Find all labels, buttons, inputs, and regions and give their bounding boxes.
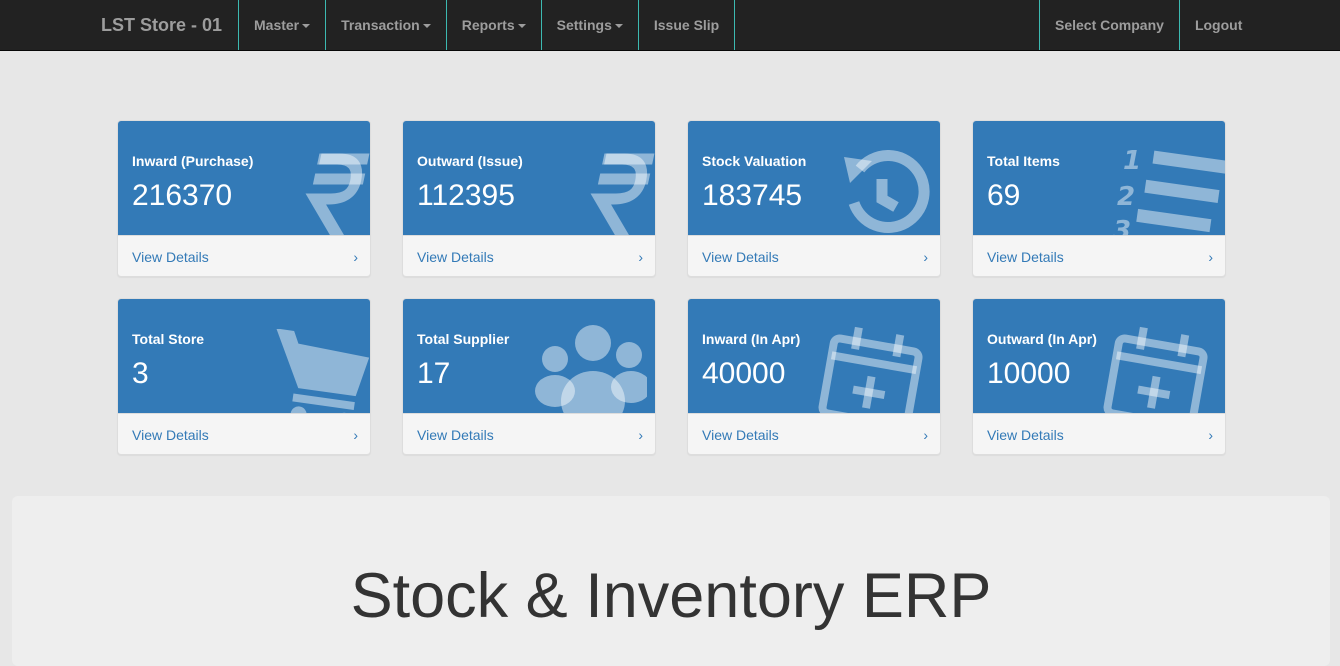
view-details-link[interactable]: View Details › xyxy=(973,235,1225,276)
svg-text:1: 1 xyxy=(1123,146,1141,176)
nav-transaction[interactable]: Transaction xyxy=(325,0,446,50)
chevron-right-icon: › xyxy=(1208,249,1213,265)
nav-master[interactable]: Master xyxy=(238,0,325,50)
panel-total-supplier: Total Supplier 17 View Details › xyxy=(402,298,656,455)
nav-issue-slip-label: Issue Slip xyxy=(653,17,720,33)
nav-settings[interactable]: Settings xyxy=(540,0,638,50)
nav-reports-label: Reports xyxy=(461,17,515,33)
rupee-icon xyxy=(590,153,655,235)
panel-value: 112395 xyxy=(417,179,515,212)
nav-right: Select Company Logout xyxy=(1039,0,1257,50)
panel-title: Stock Valuation xyxy=(702,153,807,169)
panel-inward-purchase: Inward (Purchase) 216370 View Details › xyxy=(117,120,371,277)
view-details-link[interactable]: View Details › xyxy=(118,235,370,276)
panel-title: Total Store xyxy=(132,331,205,347)
page-title: Stock & Inventory ERP xyxy=(350,561,992,631)
rupee-icon xyxy=(305,153,370,235)
panel-title: Total Items xyxy=(987,153,1060,169)
caret-down-icon xyxy=(302,24,311,29)
nav-issue-slip[interactable]: Issue Slip xyxy=(637,0,736,50)
view-details-label: View Details xyxy=(417,249,494,265)
svg-text:2: 2 xyxy=(1117,182,1135,212)
chevron-right-icon: › xyxy=(638,427,643,443)
users-icon xyxy=(535,325,647,413)
chevron-right-icon: › xyxy=(923,427,928,443)
view-details-link[interactable]: View Details › xyxy=(688,413,940,454)
panel-total-store: Total Store 3 View Details › xyxy=(117,298,371,455)
view-details-label: View Details xyxy=(132,427,209,443)
history-icon xyxy=(844,150,930,233)
view-details-link[interactable]: View Details › xyxy=(403,235,655,276)
chevron-right-icon: › xyxy=(638,249,643,265)
panel-value: 216370 xyxy=(132,179,233,212)
chevron-right-icon: › xyxy=(353,427,358,443)
chevron-right-icon: › xyxy=(1208,427,1213,443)
calendar-plus-icon xyxy=(818,326,923,413)
panel-heading: Outward (Issue) 112395 xyxy=(403,121,655,235)
shopping-cart-icon xyxy=(276,329,370,413)
panel-value: 17 xyxy=(417,357,451,390)
view-details-label: View Details xyxy=(987,427,1064,443)
panel-title: Outward (Issue) xyxy=(417,153,523,169)
caret-down-icon xyxy=(614,24,623,29)
view-details-label: View Details xyxy=(702,249,779,265)
nav-settings-label: Settings xyxy=(556,17,612,33)
panel-total-items: Total Items 69 1 2 3 View Details › xyxy=(972,120,1226,277)
panel-title: Outward (In Apr) xyxy=(987,331,1097,347)
nav-logout-label: Logout xyxy=(1194,17,1243,33)
view-details-label: View Details xyxy=(987,249,1064,265)
panel-value: 183745 xyxy=(702,179,803,212)
panel-heading: Inward (Purchase) 216370 xyxy=(118,121,370,235)
navbar-brand[interactable]: LST Store - 01 xyxy=(101,0,222,50)
caret-down-icon xyxy=(517,24,526,29)
view-details-label: View Details xyxy=(417,427,494,443)
panel-title: Total Supplier xyxy=(417,331,510,347)
panel-value: 3 xyxy=(132,357,149,390)
panel-title: Inward (In Apr) xyxy=(702,331,801,347)
chevron-right-icon: › xyxy=(353,249,358,265)
view-details-label: View Details xyxy=(132,249,209,265)
panel-heading: Total Items 69 1 2 3 xyxy=(973,121,1225,235)
view-details-link[interactable]: View Details › xyxy=(118,413,370,454)
panel-value: 10000 xyxy=(987,357,1071,390)
navbar: LST Store - 01 Master Transaction Report… xyxy=(0,0,1340,51)
nav-transaction-label: Transaction xyxy=(341,17,420,33)
svg-text:3: 3 xyxy=(1113,216,1131,235)
jumbotron: Stock & Inventory ERP xyxy=(12,496,1330,666)
panel-heading: Total Supplier 17 xyxy=(403,299,655,413)
caret-down-icon xyxy=(422,24,431,29)
nav-select-company[interactable]: Select Company xyxy=(1039,0,1179,50)
chevron-right-icon: › xyxy=(923,249,928,265)
view-details-link[interactable]: View Details › xyxy=(403,413,655,454)
nav-left: Master Transaction Reports Settings Issu… xyxy=(238,0,736,50)
panel-value: 40000 xyxy=(702,357,786,390)
calendar-plus-icon xyxy=(1103,326,1208,413)
nav-master-label: Master xyxy=(254,17,300,33)
panel-stock-valuation: Stock Valuation 183745 View Details › xyxy=(687,120,941,277)
panel-inward-apr: Inward (In Apr) 40000 View Details › xyxy=(687,298,941,455)
panel-heading: Total Store 3 xyxy=(118,299,370,413)
panel-value: 69 xyxy=(987,179,1021,212)
panel-heading: Outward (In Apr) 10000 xyxy=(973,299,1225,413)
nav-logout[interactable]: Logout xyxy=(1178,0,1257,50)
nav-reports[interactable]: Reports xyxy=(445,0,541,50)
view-details-link[interactable]: View Details › xyxy=(973,413,1225,454)
nav-select-company-label: Select Company xyxy=(1055,17,1164,33)
ordered-list-icon: 1 2 3 xyxy=(1113,146,1225,235)
panel-title: Inward (Purchase) xyxy=(132,153,254,169)
panel-outward-apr: Outward (In Apr) 10000 View Details › xyxy=(972,298,1226,455)
panel-heading: Inward (In Apr) 40000 xyxy=(688,299,940,413)
view-details-link[interactable]: View Details › xyxy=(688,235,940,276)
panel-outward-issue: Outward (Issue) 112395 View Details › xyxy=(402,120,656,277)
panel-heading: Stock Valuation 183745 xyxy=(688,121,940,235)
view-details-label: View Details xyxy=(702,427,779,443)
